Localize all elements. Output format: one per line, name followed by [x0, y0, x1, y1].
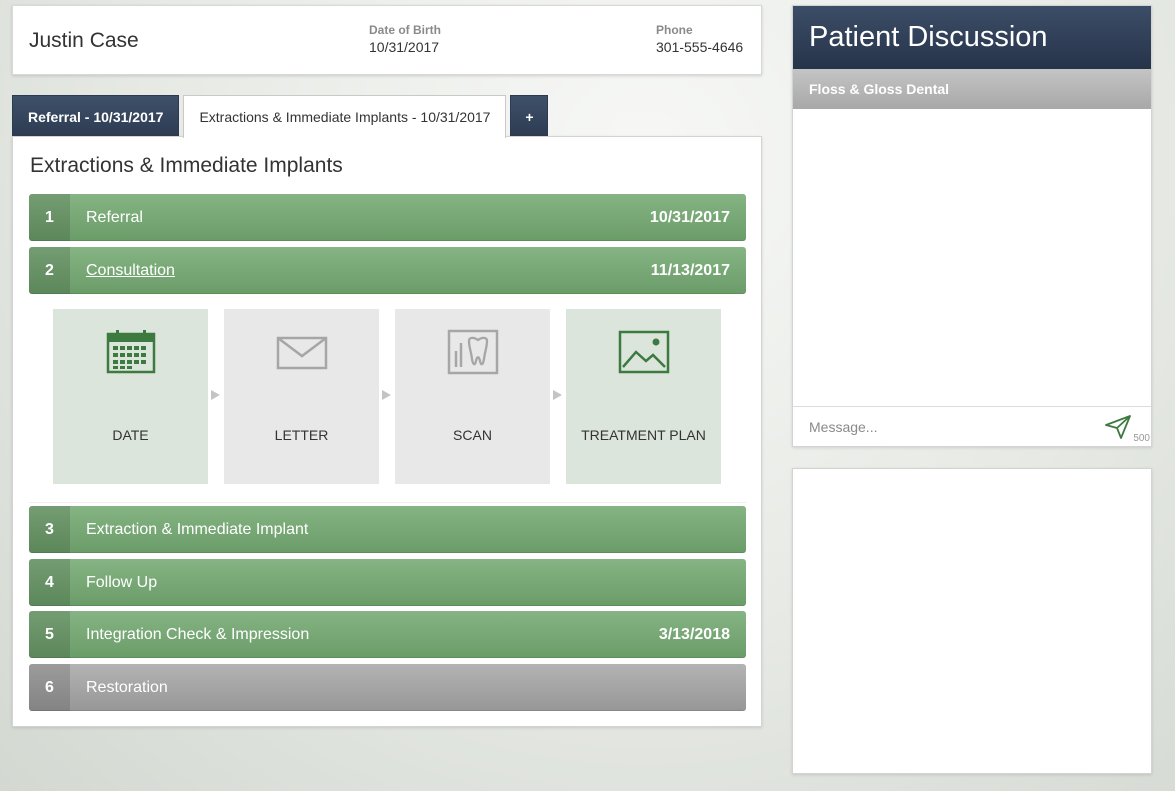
treatment-panel: Extractions & Immediate Implants 1 Refer…: [12, 136, 762, 727]
image-icon: [618, 329, 670, 375]
patient-name: Justin Case: [29, 29, 139, 52]
substep-letter[interactable]: LETTER: [224, 309, 379, 484]
step-number: 3: [29, 506, 70, 553]
step-consultation[interactable]: 2 Consultation 11/13/2017: [29, 247, 746, 294]
arrow-right-icon: [211, 390, 220, 400]
substep-label: SCAN: [453, 427, 492, 443]
step-number: 2: [29, 247, 70, 294]
step-number: 5: [29, 611, 70, 658]
dob-label: Date of Birth: [369, 23, 441, 37]
step-label: Integration Check & Impression: [86, 625, 310, 643]
patient-discussion-panel: Patient Discussion Floss & Gloss Dental …: [792, 5, 1152, 447]
tooth-scan-icon: [447, 329, 499, 375]
step-restoration[interactable]: 6 Restoration: [29, 664, 746, 711]
phone-value: 301-555-4646: [656, 39, 744, 55]
case-tabs: Referral - 10/31/2017 Extractions & Imme…: [12, 95, 549, 138]
step-follow-up[interactable]: 4 Follow Up: [29, 559, 746, 606]
tab-referral[interactable]: Referral - 10/31/2017: [12, 95, 180, 137]
patient-header-card: Justin Case Date of Birth 10/31/2017 Pho…: [12, 5, 762, 75]
substep-label: TREATMENT PLAN: [581, 427, 706, 443]
tab-extractions-implants[interactable]: Extractions & Immediate Implants - 10/31…: [183, 95, 507, 138]
consultation-link[interactable]: Consultation: [86, 262, 651, 280]
arrow-right-icon: [382, 390, 391, 400]
step-label: Referral: [86, 208, 143, 226]
step-number: 1: [29, 194, 70, 241]
secondary-panel: [792, 468, 1152, 774]
calendar-icon: [106, 329, 156, 375]
message-input[interactable]: [793, 418, 1093, 435]
send-icon[interactable]: [1105, 415, 1131, 444]
step-label: Restoration: [86, 678, 168, 696]
message-list[interactable]: [793, 109, 1151, 407]
substep-scan[interactable]: SCAN: [395, 309, 550, 484]
substep-label: LETTER: [274, 427, 329, 443]
step-label: Follow Up: [86, 573, 158, 591]
message-composer: 500: [793, 406, 1151, 446]
char-count: 500: [1133, 433, 1150, 444]
phone-block: Phone 301-555-4646: [656, 23, 743, 55]
substep-treatment-plan[interactable]: TREATMENT PLAN: [566, 309, 721, 484]
step-label: Extraction & Immediate Implant: [86, 520, 309, 538]
step-integration-check[interactable]: 5 Integration Check & Impression 3/13/20…: [29, 611, 746, 658]
step-number: 6: [29, 664, 70, 711]
dob-value: 10/31/2017: [369, 39, 440, 55]
panel-title: Extractions & Immediate Implants: [30, 154, 343, 177]
dob-block: Date of Birth 10/31/2017: [369, 23, 441, 55]
step-date: 11/13/2017: [650, 261, 730, 279]
substep-label: DATE: [112, 427, 149, 443]
add-tab-button[interactable]: +: [510, 95, 549, 137]
substep-date[interactable]: DATE: [53, 309, 208, 484]
step-extraction-implant[interactable]: 3 Extraction & Immediate Implant: [29, 506, 746, 553]
step-number: 4: [29, 559, 70, 606]
step-referral[interactable]: 1 Referral 10/31/2017: [29, 194, 746, 241]
phone-label: Phone: [656, 23, 693, 37]
consultation-substeps: DATE LETTER SCAN TREATMENT PLAN: [29, 297, 746, 503]
arrow-right-icon: [553, 390, 562, 400]
envelope-icon: [276, 329, 328, 375]
practice-name: Floss & Gloss Dental: [793, 69, 1151, 109]
step-date: 3/13/2018: [658, 625, 730, 643]
discussion-title: Patient Discussion: [793, 6, 1151, 69]
step-date: 10/31/2017: [649, 208, 730, 226]
